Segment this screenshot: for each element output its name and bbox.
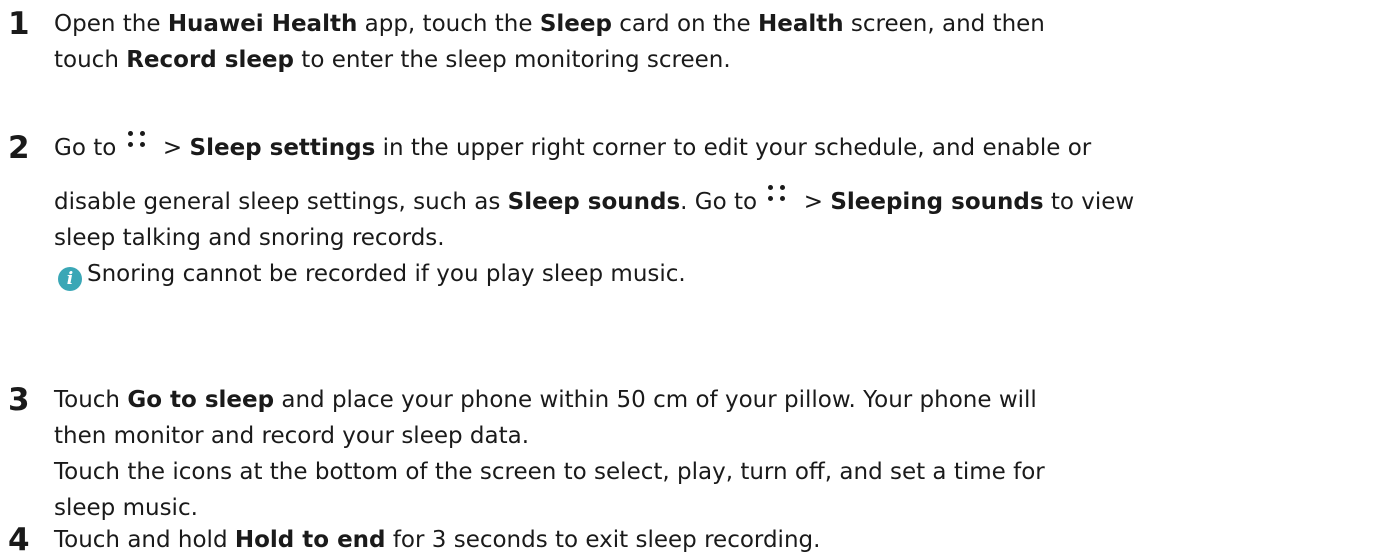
text: Touch [54, 387, 128, 413]
step-number: 1 [8, 6, 30, 42]
text: touch [54, 47, 127, 73]
text: and place your phone within 50 cm of you… [274, 387, 1037, 413]
text: > [796, 189, 831, 215]
step-line: disable general sleep settings, such as … [54, 184, 1374, 220]
step-line: Touch and hold Hold to end for 3 seconds… [54, 522, 1374, 558]
text: card on the [611, 11, 758, 37]
text: to view [1043, 189, 1135, 215]
step-number: 2 [8, 130, 30, 166]
ui-term: Sleeping sounds [830, 189, 1044, 215]
text: to enter the sleep monitoring screen. [294, 47, 731, 73]
step-line: Touch the icons at the bottom of the scr… [54, 459, 1045, 485]
step-line: touch Record sleep to enter the sleep mo… [54, 42, 1374, 78]
step-line: Touch Go to sleep and place your phone w… [54, 382, 1374, 418]
step-text: Open the Huawei Health app, touch the Sl… [54, 6, 1374, 78]
text: Go to [54, 135, 124, 161]
step-text: Go to > Sleep settings in the upper righ… [54, 130, 1374, 292]
text: in the upper right corner to edit your s… [375, 135, 1092, 161]
info-icon: i [58, 267, 82, 291]
step-number: 3 [8, 382, 30, 418]
text: . Go to [680, 189, 765, 215]
step-line: then monitor and record your sleep data. [54, 423, 530, 449]
text: disable general sleep settings, such as [54, 189, 508, 215]
ui-term: Huawei Health [167, 11, 358, 37]
step-line: Open the Huawei Health app, touch the Sl… [54, 6, 1374, 42]
text: > [155, 135, 190, 161]
step-line: Go to > Sleep settings in the upper righ… [54, 130, 1374, 166]
step-number: 4 [8, 522, 30, 558]
text: for 3 seconds to exit sleep recording. [385, 527, 821, 553]
ui-term: Sleep sounds [507, 189, 681, 215]
ui-term: Go to sleep [127, 387, 275, 413]
text: screen, and then [843, 11, 1045, 37]
ui-term: Record sleep [126, 47, 294, 73]
note-text: Snoring cannot be recorded if you play s… [87, 261, 686, 287]
ui-term: Health [757, 11, 844, 37]
step-line: sleep music. [54, 495, 198, 521]
step-line: sleep talking and snoring records. [54, 225, 445, 251]
text: Open the [54, 11, 168, 37]
step-text: Touch and hold Hold to end for 3 seconds… [54, 522, 1374, 558]
text: app, touch the [357, 11, 540, 37]
step-text: Touch Go to sleep and place your phone w… [54, 382, 1374, 526]
ui-term: Hold to end [234, 527, 386, 553]
text: Touch and hold [54, 527, 235, 553]
note: i Snoring cannot be recorded if you play … [54, 256, 1374, 292]
ui-term: Sleep [539, 11, 612, 37]
ui-term: Sleep settings [189, 135, 376, 161]
more-dots-icon [126, 131, 152, 155]
more-dots-icon [766, 185, 792, 209]
